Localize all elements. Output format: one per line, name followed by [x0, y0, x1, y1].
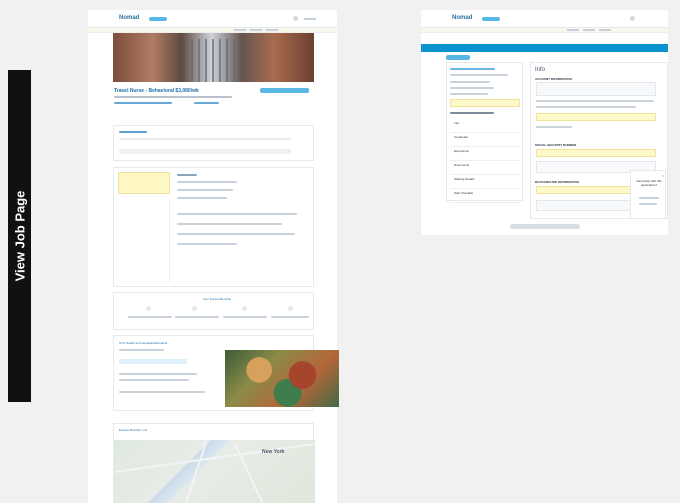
left-job-screen: Nomad Travel Nurse - Behavioral $3,080/w…: [88, 10, 339, 503]
right-avatar[interactable]: [630, 16, 635, 21]
view-job-page-text: View Job Page: [12, 190, 27, 282]
right-logo: Nomad: [452, 15, 473, 21]
step-experience[interactable]: Experience: [450, 147, 520, 161]
hospital-link[interactable]: [114, 102, 172, 104]
apply-button[interactable]: [260, 88, 309, 93]
back-button[interactable]: [446, 55, 470, 60]
continue-button[interactable]: [510, 224, 580, 229]
job-details-card: [113, 167, 314, 287]
help-chat-card: Need help with this application? ×: [630, 170, 666, 219]
job-title: Travel Nurse - Behavioral $3,080/wk: [114, 88, 199, 94]
benefits-card: Your Nurses Benefits: [113, 292, 314, 330]
step-web-checklist[interactable]: Web Checklist: [450, 189, 520, 203]
step-starting-details[interactable]: Starting Details: [450, 175, 520, 189]
step-documents[interactable]: Documents: [450, 161, 520, 175]
brooklyn-map[interactable]: New York: [114, 440, 315, 503]
rate-link[interactable]: [194, 102, 219, 104]
explore-card: Explore Brooklyn, NY New York: [113, 423, 315, 503]
application-steps-card: Info Credential Experience Documents Sta…: [446, 62, 523, 203]
step-info[interactable]: Info: [450, 119, 520, 133]
close-icon[interactable]: ×: [662, 173, 664, 178]
view-job-page-label: View Job Page: [8, 70, 31, 402]
hospital-photo: [225, 350, 339, 407]
left-account-menu[interactable]: [304, 18, 316, 20]
left-header: Nomad: [88, 10, 337, 31]
pay-card: [113, 125, 314, 161]
right-search-pill[interactable]: [482, 17, 500, 21]
right-header: Nomad: [421, 10, 668, 31]
job-details-line: [114, 96, 232, 98]
brooklyn-photo: [113, 33, 314, 82]
right-nav: [567, 18, 615, 36]
left-search-pill[interactable]: [149, 17, 167, 21]
right-banner: [421, 28, 668, 33]
hospital-card: NYC Health and Hospitals/Woodhull: [113, 335, 339, 411]
left-avatar[interactable]: [293, 16, 298, 21]
application-progress-bar: [421, 44, 668, 52]
left-logo: Nomad: [119, 15, 140, 21]
step-credential[interactable]: Credential: [450, 133, 520, 147]
